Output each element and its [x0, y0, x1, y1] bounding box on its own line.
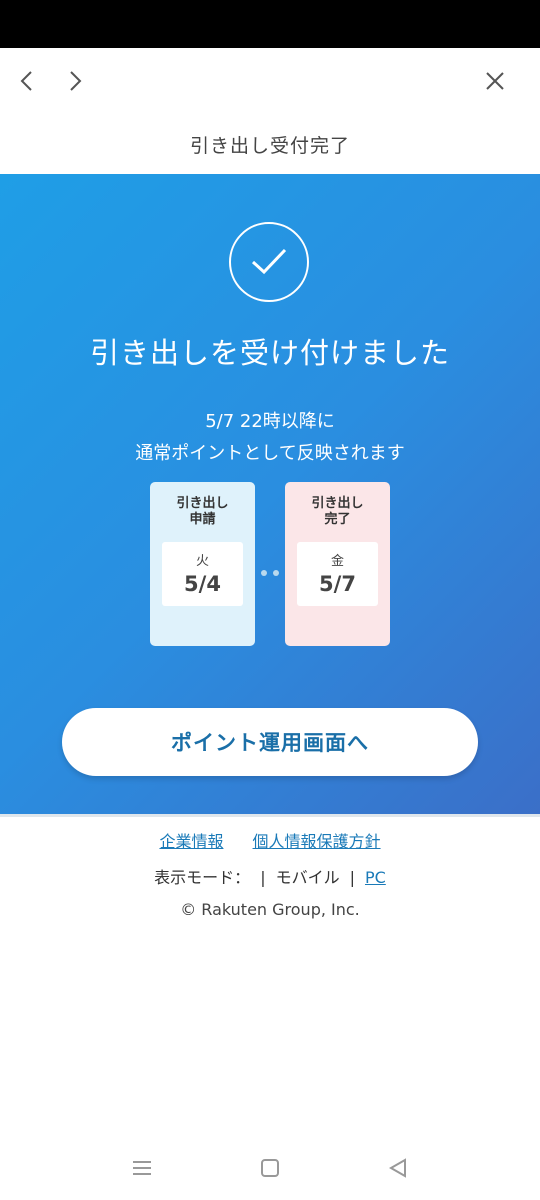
footer-divider — [0, 814, 540, 817]
step-connector-dots — [261, 570, 281, 578]
step-date-box: 金 5/7 — [297, 542, 378, 606]
copyright: © Rakuten Group, Inc. — [180, 900, 360, 919]
mode-pc-link[interactable]: PC — [365, 868, 386, 887]
completion-message: 5/7 22時以降に 通常ポイントとして反映されます — [0, 406, 540, 470]
back-button[interactable] — [10, 64, 44, 98]
step-date: 5/7 — [319, 572, 356, 596]
completion-title: 引き出しを受け付けました — [89, 336, 450, 370]
completion-message-line1: 5/7 22時以降に — [205, 411, 335, 432]
checkmark-icon — [229, 222, 309, 302]
step-label: 引き出し 完了 — [285, 496, 390, 528]
step-label-line1: 引き出し — [176, 496, 229, 511]
home-button[interactable] — [258, 1156, 282, 1180]
step-label: 引き出し 申請 — [150, 496, 255, 528]
company-info-link[interactable]: 企業情報 — [159, 832, 223, 851]
display-mode-row: 表示モード： | モバイル | PC — [154, 868, 386, 887]
system-nav-bar — [0, 1136, 540, 1200]
step-day-of-week: 火 — [195, 554, 209, 569]
back-triangle-icon — [388, 1158, 406, 1178]
status-bar — [0, 0, 540, 48]
top-nav-bar — [0, 48, 540, 114]
display-mode-label: 表示モード： — [154, 868, 251, 887]
point-management-button[interactable]: ポイント運用画面へ — [62, 708, 478, 776]
chevron-right-icon — [70, 71, 82, 91]
privacy-policy-link[interactable]: 個人情報保護方針 — [253, 832, 381, 851]
completion-panel: 引き出しを受け付けました 5/7 22時以降に 通常ポイントとして反映されます … — [0, 174, 540, 814]
recent-apps-button[interactable] — [130, 1156, 154, 1180]
step-day-of-week: 金 — [330, 554, 344, 569]
close-button[interactable] — [478, 64, 512, 98]
footer-links: 企業情報 個人情報保護方針 — [0, 828, 540, 852]
step-label-line1: 引き出し — [311, 496, 364, 511]
step-card-complete: 引き出し 完了 金 5/7 — [285, 482, 390, 646]
mode-mobile-label: モバイル — [275, 868, 340, 887]
chevron-left-icon — [20, 71, 32, 91]
step-date-box: 火 5/4 — [162, 542, 243, 606]
step-date: 5/4 — [184, 572, 221, 596]
step-label-line2: 申請 — [189, 512, 216, 527]
home-square-icon — [261, 1159, 279, 1177]
forward-button[interactable] — [58, 64, 92, 98]
step-label-line2: 完了 — [324, 512, 351, 527]
page-header: 引き出し受付完了 — [0, 114, 540, 174]
menu-icon — [133, 1161, 151, 1175]
step-card-request: 引き出し 申請 火 5/4 — [150, 482, 255, 646]
page-title: 引き出し受付完了 — [189, 134, 350, 157]
close-icon — [486, 72, 504, 90]
system-back-button[interactable] — [386, 1156, 410, 1180]
completion-message-line2: 通常ポイントとして反映されます — [135, 443, 405, 464]
